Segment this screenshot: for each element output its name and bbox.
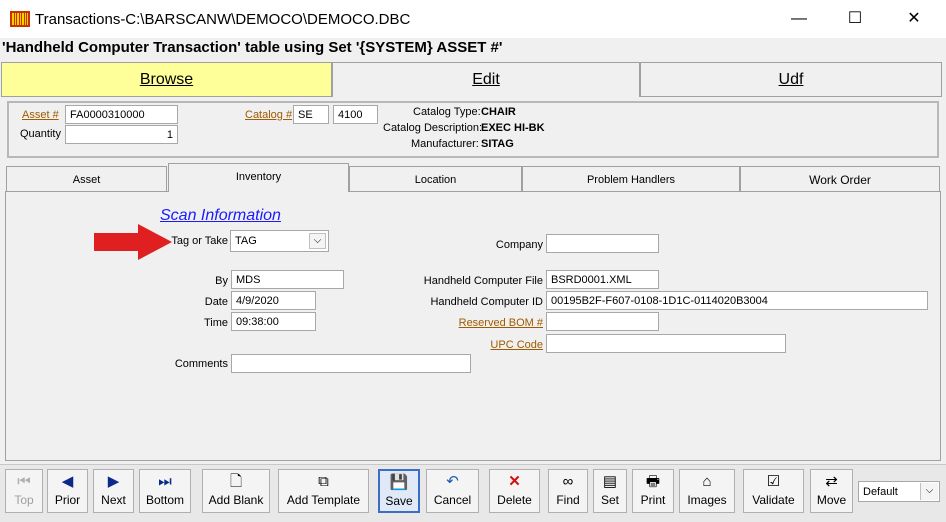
prior-button[interactable]: ◀ Prior <box>47 469 88 513</box>
by-field[interactable]: MDS <box>231 270 344 289</box>
catalog-label[interactable]: Catalog # <box>245 109 292 121</box>
handheld-id-field[interactable]: 00195B2F-F607-0108-1D1C-0114020B3004 <box>546 291 928 310</box>
set-button[interactable]: ▤ Set <box>593 469 627 513</box>
by-label: By <box>215 275 228 287</box>
top-button[interactable]: ⏮ Top <box>5 469 43 513</box>
move-button[interactable]: ⇄ Move <box>810 469 853 513</box>
asset-label[interactable]: Asset # <box>22 109 59 121</box>
images-button[interactable]: ⌂ Images <box>679 469 735 513</box>
manufacturer-value: SITAG <box>481 138 514 150</box>
catalog-description-value: EXEC HI-BK <box>481 122 545 134</box>
bottom-button[interactable]: ⏭ Bottom <box>139 469 191 513</box>
next-arrow-icon: ▶ <box>107 473 120 490</box>
set-list-icon: ▤ <box>602 473 618 490</box>
reserved-bom-field[interactable] <box>546 312 659 331</box>
tag-or-take-label: Tag or Take <box>171 235 228 247</box>
window-title: Transactions-C:\BARSCANW\DEMOCO\DEMOCO.D… <box>35 11 411 28</box>
reserved-bom-label[interactable]: Reserved BOM # <box>400 317 543 329</box>
cancel-button[interactable]: ↶ Cancel <box>426 469 479 513</box>
subtab-inventory[interactable]: Inventory <box>168 163 349 192</box>
handheld-file-field[interactable]: BSRD0001.XML <box>546 270 659 289</box>
set-select-value: Default <box>863 486 898 498</box>
print-icon: 🖶 <box>645 473 661 490</box>
catalog-prefix-field[interactable]: SE <box>293 105 329 124</box>
tag-or-take-value: TAG <box>235 235 257 247</box>
maximize-button[interactable]: ☐ <box>832 0 878 38</box>
add-template-button[interactable]: ⧉ Add Template <box>278 469 369 513</box>
save-button[interactable]: 💾 Save <box>378 469 420 513</box>
template-copy-icon: ⧉ <box>318 473 329 490</box>
blank-page-icon: 🗋 <box>229 473 243 490</box>
quantity-label: Quantity <box>20 128 61 140</box>
find-button[interactable]: ∞ Find <box>548 469 588 513</box>
company-label: Company <box>495 239 543 251</box>
title-bar: Transactions-C:\BARSCANW\DEMOCO\DEMOCO.D… <box>0 0 946 38</box>
manufacturer-label: Manufacturer: <box>411 138 479 150</box>
validate-icon: ☑ <box>766 473 781 490</box>
close-button[interactable]: ✕ <box>891 0 937 38</box>
subtab-location[interactable]: Location <box>349 166 522 192</box>
validate-button[interactable]: ☑ Validate <box>743 469 804 513</box>
minimize-button[interactable]: — <box>776 0 822 38</box>
catalog-description-label: Catalog Description: <box>383 122 483 134</box>
binoculars-icon: ∞ <box>562 473 574 490</box>
table-heading: 'Handheld Computer Transaction' table us… <box>2 39 503 56</box>
catalog-type-label: Catalog Type: <box>413 106 481 118</box>
tab-edit[interactable]: Edit <box>332 62 640 97</box>
barcode-icon <box>10 11 30 27</box>
print-button[interactable]: 🖶 Print <box>632 469 674 513</box>
date-label: Date <box>204 296 228 308</box>
comments-label: Comments <box>174 358 228 370</box>
subtab-work-order[interactable]: Work Order <box>740 166 940 192</box>
move-icon: ⇄ <box>825 473 838 490</box>
tab-browse[interactable]: Browse <box>1 62 332 97</box>
next-button[interactable]: ▶ Next <box>93 469 134 513</box>
date-field[interactable]: 4/9/2020 <box>231 291 316 310</box>
catalog-type-value: CHAIR <box>481 106 516 118</box>
first-record-icon: ⏮ <box>17 473 31 490</box>
subtab-problem-handlers[interactable]: Problem Handlers <box>522 166 740 192</box>
tab-udf[interactable]: Udf <box>640 62 942 97</box>
chevron-down-icon[interactable]: ⌵ <box>309 233 326 249</box>
prior-arrow-icon: ◀ <box>61 473 74 490</box>
upc-code-field[interactable] <box>546 334 786 353</box>
subtab-asset[interactable]: Asset <box>6 166 167 192</box>
company-field[interactable] <box>546 234 659 253</box>
time-field[interactable]: 09:38:00 <box>231 312 316 331</box>
images-icon: ⌂ <box>702 473 712 490</box>
set-select[interactable]: Default ⌵ <box>858 481 940 502</box>
catalog-number-field[interactable]: 4100 <box>333 105 378 124</box>
add-blank-button[interactable]: 🗋 Add Blank <box>202 469 270 513</box>
red-x-icon: ✕ <box>508 473 521 490</box>
chevron-down-icon[interactable]: ⌵ <box>920 483 938 500</box>
comments-field[interactable] <box>231 354 471 373</box>
tag-or-take-select[interactable]: TAG ⌵ <box>230 230 329 252</box>
last-record-icon: ⏭ <box>158 473 172 490</box>
quantity-field[interactable]: 1 <box>65 125 178 144</box>
delete-button[interactable]: ✕ Delete <box>489 469 540 513</box>
handheld-id-label: Handheld Computer ID <box>430 296 543 308</box>
floppy-disk-icon: 💾 <box>389 474 409 491</box>
upc-code-label[interactable]: UPC Code <box>400 339 543 351</box>
asset-field[interactable]: FA0000310000 <box>65 105 178 124</box>
time-label: Time <box>203 317 228 329</box>
scan-information-title: Scan Information <box>160 207 281 224</box>
handheld-file-label: Handheld Computer File <box>423 275 543 287</box>
undo-icon: ↶ <box>446 473 459 490</box>
